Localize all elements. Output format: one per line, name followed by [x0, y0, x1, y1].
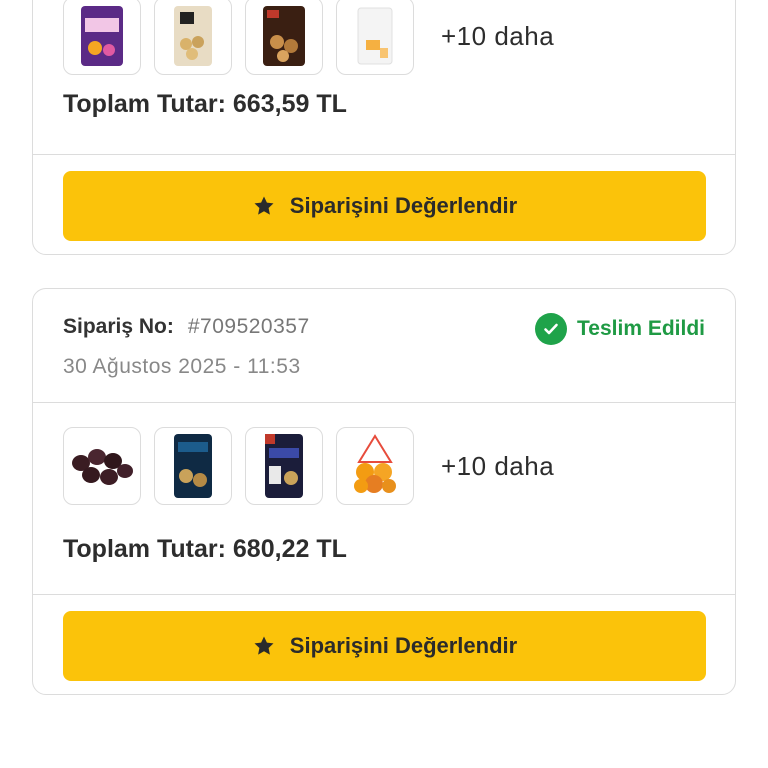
dark-olives-icon [72, 449, 133, 485]
mandarin-net-bag-icon [354, 434, 396, 493]
total-value: 663,59 TL [232, 90, 347, 118]
order-date: 30 Ağustos 2025 - 11:53 [63, 355, 301, 378]
rate-order-button[interactable]: Siparişini Değerlendir [63, 611, 706, 681]
white-product-bag-icon [357, 7, 393, 65]
total-amount: Toplam Tutar: 663,59 TL [33, 85, 735, 154]
total-label: Toplam Tutar: [63, 535, 226, 563]
order-number-label: Sipariş No: [63, 315, 174, 338]
more-products-count[interactable]: +10 daha [441, 21, 554, 52]
action-bar: Siparişini Değerlendir [33, 594, 735, 694]
order-card: Sipariş No: #709520357 30 Ağustos 2025 -… [32, 288, 736, 695]
more-products-count[interactable]: +10 daha [441, 451, 554, 482]
product-thumbnail[interactable] [154, 0, 232, 75]
total-amount: Toplam Tutar: 680,22 TL [33, 529, 735, 594]
product-thumbnails: +10 daha [33, 403, 735, 529]
product-thumbnail[interactable] [63, 0, 141, 75]
product-thumbnails: +10 daha [33, 0, 735, 85]
status-text: Teslim Edildi [577, 317, 705, 340]
puff-snack-bag-icon [81, 6, 123, 66]
product-thumbnail[interactable] [336, 427, 414, 505]
rate-order-button[interactable]: Siparişini Değerlendir [63, 171, 706, 241]
order-header: Sipariş No: #709520357 30 Ağustos 2025 -… [33, 289, 735, 403]
order-number: #709520357 [187, 315, 310, 338]
star-icon [254, 636, 274, 655]
rate-button-label: Siparişini Değerlendir [289, 193, 518, 218]
star-icon [254, 196, 274, 215]
status-badge: Teslim Edildi [535, 313, 705, 345]
popcorn-bag-icon [174, 6, 212, 66]
product-thumbnail[interactable] [336, 0, 414, 75]
product-thumbnail[interactable] [63, 427, 141, 505]
check-circle-icon [535, 313, 568, 345]
product-thumbnail[interactable] [245, 0, 323, 75]
product-thumbnail[interactable] [245, 427, 323, 505]
action-bar: Siparişini Değerlendir [33, 154, 735, 254]
total-label: Toplam Tutar: [63, 90, 226, 118]
order-card: +10 daha Toplam Tutar: 663,59 TL Sipariş… [32, 0, 736, 255]
cerezza-snack-bag-2-icon [265, 434, 303, 498]
total-value: 680,22 TL [232, 535, 347, 563]
rate-button-label: Siparişini Değerlendir [289, 633, 518, 658]
mixed-nuts-bag-icon [263, 6, 305, 66]
cerezza-snack-bag-icon [174, 434, 212, 498]
product-thumbnail[interactable] [154, 427, 232, 505]
